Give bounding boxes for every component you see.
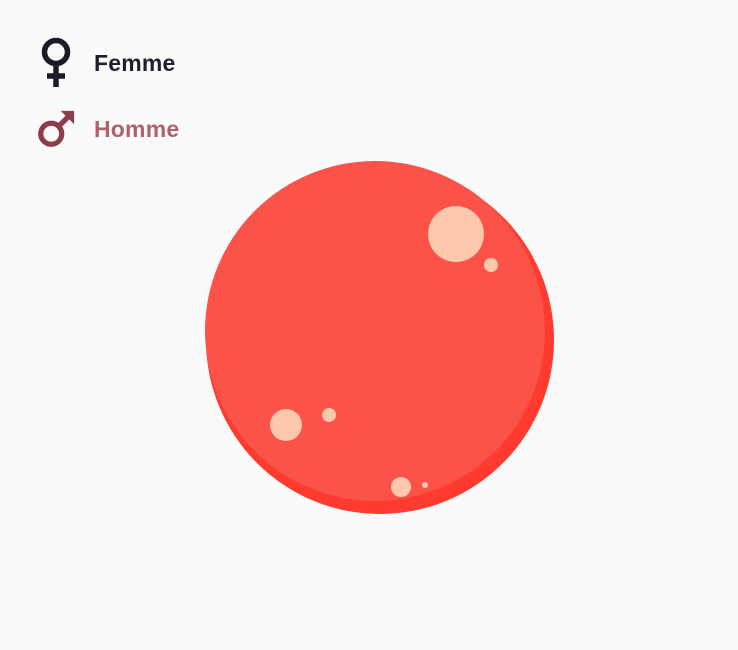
spot bbox=[422, 482, 428, 488]
spot bbox=[322, 408, 336, 422]
spot bbox=[270, 409, 302, 441]
spot bbox=[428, 206, 484, 262]
male-symbol-icon bbox=[36, 104, 76, 154]
legend-label-homme: Homme bbox=[94, 115, 180, 142]
circle-face bbox=[205, 161, 545, 501]
legend-item-homme[interactable]: Homme bbox=[36, 104, 179, 154]
legend-item-femme[interactable]: Femme bbox=[36, 37, 176, 88]
legend-label-femme: Femme bbox=[94, 49, 176, 76]
red-circle-illustration bbox=[200, 160, 560, 520]
female-symbol-icon bbox=[36, 37, 76, 88]
spot bbox=[391, 477, 411, 497]
spot bbox=[484, 258, 498, 272]
